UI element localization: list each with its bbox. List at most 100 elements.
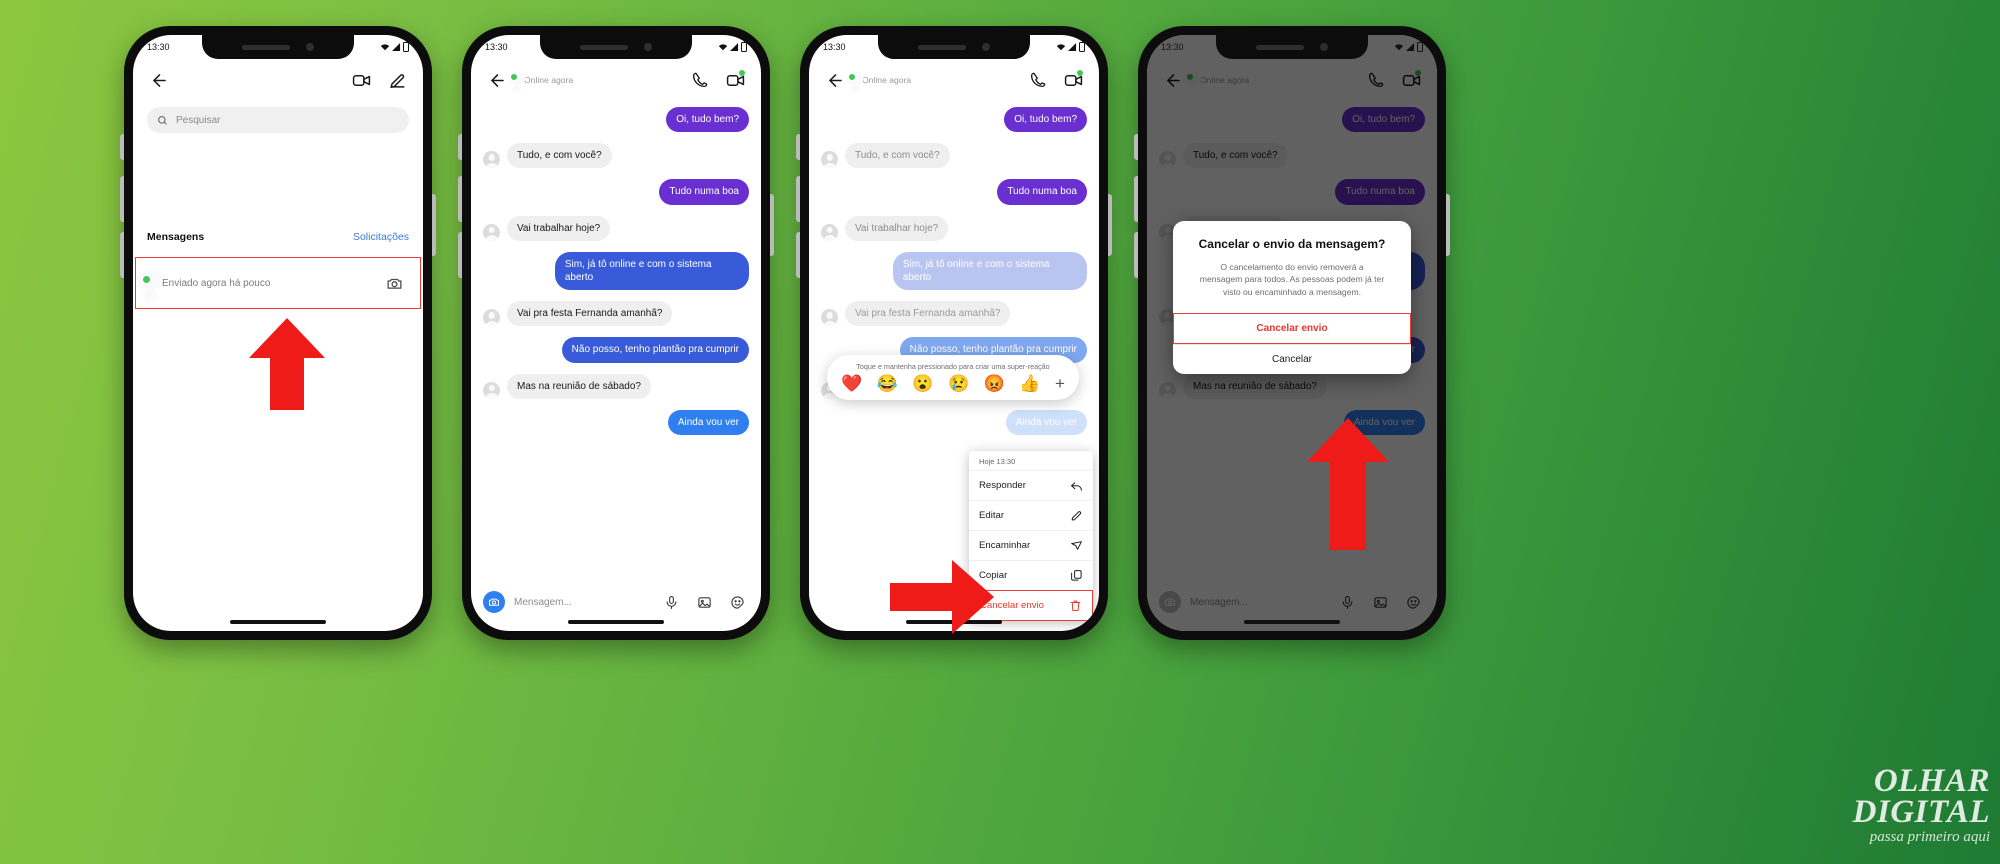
- online-dot: [510, 73, 518, 81]
- avatar: [821, 151, 838, 169]
- phone3-notch: [878, 35, 1030, 59]
- search-placeholder: Pesquisar: [176, 114, 221, 126]
- watermark-line-1: OLHAR: [1873, 763, 1990, 800]
- message-bubble[interactable]: Vai pra festa Fernanda amanhã?: [507, 301, 673, 327]
- status-icons: [380, 41, 409, 52]
- requests-link[interactable]: Solicitações: [353, 231, 409, 243]
- thread-preview-text: Enviado agora há pouco: [162, 277, 271, 289]
- phone2-screen: 13:30 Online agora Oi, tudo bem? Tudo, e…: [471, 35, 761, 631]
- message-row: Oi, tudo bem?: [483, 107, 749, 133]
- message-bubble[interactable]: Sim, já tô online e com o sistema aberto: [554, 251, 749, 291]
- thread-list-item[interactable]: Enviado agora há pouco: [135, 257, 421, 309]
- message-bubble[interactable]: Tudo, e com você?: [845, 143, 950, 169]
- phone1-side-button-1: [120, 134, 124, 160]
- wifi-icon: [718, 44, 728, 51]
- message-bubble[interactable]: Ainda vou ver: [1005, 409, 1087, 435]
- video-camera-icon[interactable]: [349, 68, 373, 92]
- message-bubble[interactable]: Oi, tudo bem?: [1004, 107, 1087, 133]
- phone3-volume-down-button: [796, 232, 800, 278]
- back-arrow-icon[interactable]: [485, 68, 509, 92]
- earpiece-speaker: [580, 44, 628, 50]
- dismiss-dialog-button[interactable]: Cancelar: [1173, 344, 1411, 374]
- phone2-home-indicator: [568, 620, 664, 624]
- compose-pencil-icon[interactable]: [385, 68, 409, 92]
- message-row: Tudo numa boa: [821, 179, 1087, 205]
- context-menu-item-responder[interactable]: Responder: [969, 470, 1093, 500]
- message-bubble[interactable]: Vai trabalhar hoje?: [507, 215, 611, 241]
- message-bubble-selected[interactable]: Vai trabalhar hoje?: [845, 215, 949, 241]
- avatar: [483, 381, 500, 399]
- arrow-right-icon: [890, 560, 994, 634]
- phone-call-icon[interactable]: [1026, 68, 1050, 92]
- phone-call-icon[interactable]: [688, 68, 712, 92]
- earpiece-speaker: [242, 44, 290, 50]
- message-bubble[interactable]: Tudo numa boa: [659, 179, 749, 205]
- message-row: Ainda vou ver: [821, 409, 1087, 435]
- phone3-screen: 13:30 Online agora Oi, tudo bem? Tudo, e…: [809, 35, 1099, 631]
- reaction-heart-icon[interactable]: ❤️: [841, 375, 862, 392]
- phone-2-chat: 13:30 Online agora Oi, tudo bem? Tudo, e…: [458, 26, 774, 640]
- avatar: [483, 309, 500, 327]
- phone3-power-button: [1108, 194, 1112, 256]
- message-row: Vai trabalhar hoje?: [821, 215, 1087, 241]
- message-bubble[interactable]: Não posso, tenho plantão pra cumprir: [561, 337, 749, 363]
- message-row: Vai pra festa Fernanda amanhã?: [483, 301, 749, 327]
- reaction-wow-icon[interactable]: 😮: [912, 375, 933, 392]
- front-camera: [1320, 43, 1328, 51]
- phone2-side-button-1: [458, 134, 462, 160]
- context-menu-item-encaminhar[interactable]: Encaminhar: [969, 530, 1093, 560]
- reaction-angry-icon[interactable]: 😡: [984, 375, 1005, 392]
- reaction-thumbsup-icon[interactable]: 👍: [1019, 375, 1040, 392]
- phone1-volume-down-button: [120, 232, 124, 278]
- gallery-image-icon[interactable]: [692, 590, 716, 614]
- menu-label: Responder: [979, 480, 1026, 491]
- reaction-hint-text: Toque e mantenha pressionado para criar …: [856, 362, 1050, 371]
- arrow-up-icon: [249, 318, 325, 410]
- message-row: Vai pra festa Fernanda amanhã?: [821, 301, 1087, 327]
- reaction-add-more-icon[interactable]: +: [1055, 375, 1065, 392]
- phone4-screen: 13:30 Online agora: [1147, 35, 1437, 631]
- phone2-power-button: [770, 194, 774, 256]
- message-input[interactable]: Mensagem...: [514, 597, 650, 608]
- message-row: Sim, já tô online e com o sistema aberto: [483, 251, 749, 291]
- cancel-send-dialog: Cancelar o envio da mensagem? O cancelam…: [1173, 221, 1411, 375]
- video-camera-icon[interactable]: [723, 68, 747, 92]
- status-time: 13:30: [823, 42, 846, 52]
- phone4-side-button-1: [1134, 134, 1138, 160]
- search-input[interactable]: Pesquisar: [147, 107, 409, 133]
- front-camera: [644, 43, 652, 51]
- phone2-volume-down-button: [458, 232, 462, 278]
- message-bubble[interactable]: Tudo numa boa: [997, 179, 1087, 205]
- earpiece-speaker: [1256, 44, 1304, 50]
- message-row: Tudo, e com você?: [483, 143, 749, 169]
- confirm-cancel-send-button[interactable]: Cancelar envio: [1173, 313, 1411, 345]
- avatar: [483, 223, 500, 241]
- microphone-icon[interactable]: [659, 590, 683, 614]
- menu-label: Editar: [979, 510, 1005, 521]
- reaction-laugh-icon[interactable]: 😂: [877, 375, 898, 392]
- phone4-notch: [1216, 35, 1368, 59]
- reaction-sad-icon[interactable]: 😢: [948, 375, 969, 392]
- phone1-volume-up-button: [120, 176, 124, 222]
- sticker-smiley-icon[interactable]: [725, 590, 749, 614]
- message-bubble[interactable]: Oi, tudo bem?: [666, 107, 749, 133]
- back-arrow-icon[interactable]: [147, 68, 171, 92]
- back-arrow-icon[interactable]: [823, 68, 847, 92]
- message-row: Oi, tudo bem?: [821, 107, 1087, 133]
- message-bubble[interactable]: Tudo, e com você?: [507, 143, 612, 169]
- message-row: Tudo numa boa: [483, 179, 749, 205]
- message-row: Tudo, e com você?: [821, 143, 1087, 169]
- trash-bin-icon: [1070, 600, 1081, 611]
- phone4-home-indicator: [1244, 620, 1340, 624]
- message-bubble[interactable]: Vai pra festa Fernanda amanhã?: [845, 301, 1011, 327]
- message-bubble[interactable]: Ainda vou ver: [667, 409, 749, 435]
- video-camera-icon[interactable]: [1061, 68, 1085, 92]
- search-icon: [158, 115, 167, 125]
- camera-icon[interactable]: [382, 271, 406, 295]
- screenshot-stage: 13:30 Pesquisar Mensagens Solicitações E…: [0, 0, 2000, 864]
- camera-icon[interactable]: [483, 591, 505, 613]
- message-bubble[interactable]: Sim, já tô online e com o sistema aberto: [892, 251, 1087, 291]
- phone1-home-indicator: [230, 620, 326, 624]
- message-bubble[interactable]: Mas na reunião de sábado?: [507, 373, 651, 399]
- context-menu-item-editar[interactable]: Editar: [969, 500, 1093, 530]
